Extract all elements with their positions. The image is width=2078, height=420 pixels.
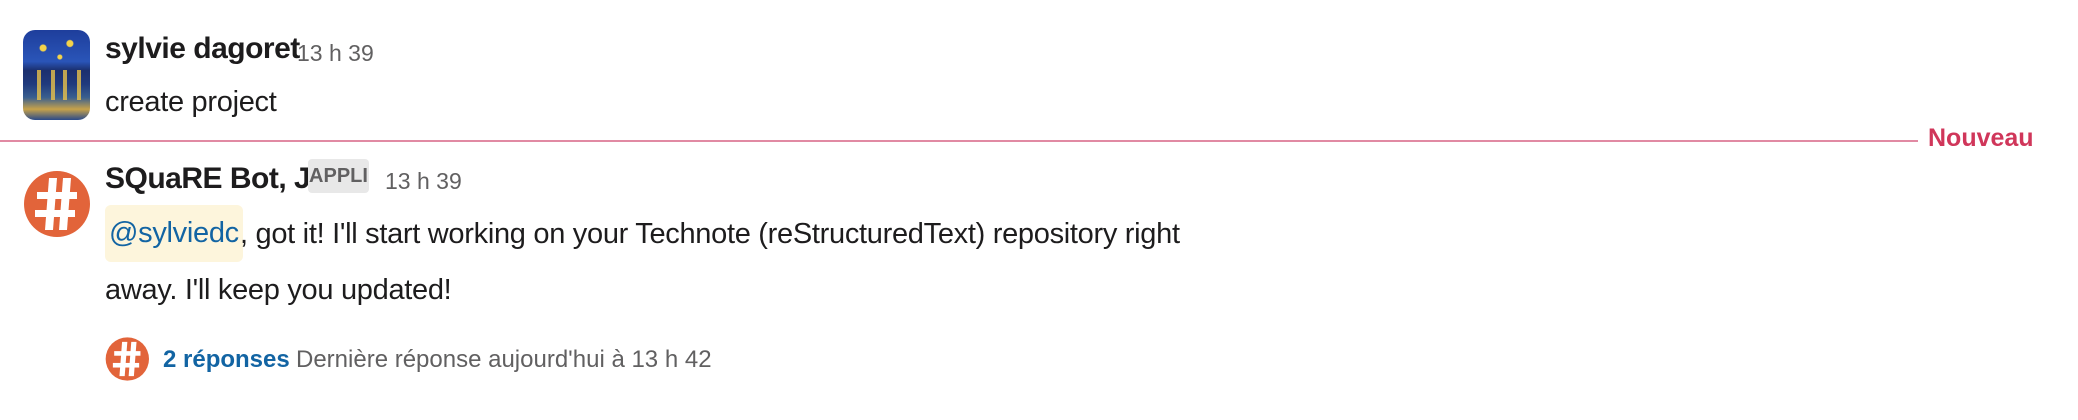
message-text-line-1: , got it! I'll start working on your Tec… <box>240 218 1180 250</box>
user-mention[interactable]: @sylviedc <box>105 205 243 262</box>
author-name[interactable]: SQuaRE Bot, Jr. <box>105 162 328 196</box>
new-messages-divider <box>0 140 1918 142</box>
message-text: create project <box>105 86 277 118</box>
app-badge: APPLI <box>308 159 369 193</box>
replies-count-link[interactable]: 2 réponses <box>163 346 290 374</box>
timestamp[interactable]: 13 h 39 <box>385 168 462 195</box>
message-text-line-2: away. I'll keep you updated! <box>105 274 452 306</box>
hash-logo-icon <box>105 337 149 381</box>
author-name[interactable]: sylvie dagoret <box>105 32 300 66</box>
new-messages-label: Nouveau <box>1928 124 2034 152</box>
last-reply-time: Dernière réponse aujourd'hui à 13 h 42 <box>296 346 712 373</box>
user-avatar[interactable] <box>23 30 90 120</box>
hash-logo-icon[interactable] <box>23 160 90 248</box>
timestamp[interactable]: 13 h 39 <box>297 40 374 67</box>
